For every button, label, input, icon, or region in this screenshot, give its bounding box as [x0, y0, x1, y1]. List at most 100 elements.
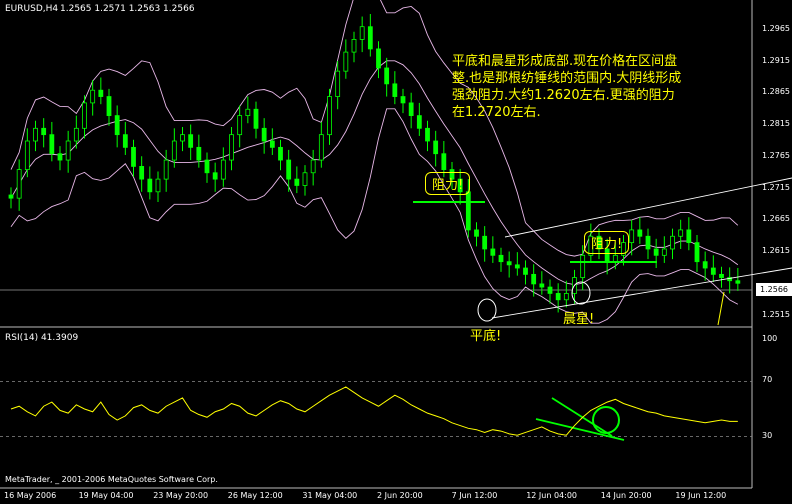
upper-channel-line [504, 177, 792, 238]
price-tick: 1.2815 [762, 119, 790, 129]
candle-body [90, 89, 96, 104]
time-tick: 7 Jun 12:00 [451, 491, 498, 500]
time-tick: 14 Jun 20:00 [600, 491, 652, 500]
candle-body [506, 261, 512, 266]
price-tick: 1.2515 [762, 309, 790, 319]
candle-body [490, 248, 496, 256]
price-tick: 1.2965 [762, 23, 790, 33]
candle-body [580, 254, 586, 278]
candle-body [114, 115, 120, 136]
candle-body [155, 178, 161, 193]
candle-body [425, 127, 430, 142]
lower-channel-line [491, 267, 792, 319]
time-tick: 19 May 04:00 [78, 491, 134, 500]
candle-body [441, 153, 447, 170]
flat-bottom-circle [477, 298, 497, 322]
candle-body [653, 248, 659, 256]
rsi-trend-line-1 [535, 418, 625, 441]
candle-body [335, 70, 341, 97]
candle-body [327, 96, 332, 136]
candle-body [670, 235, 675, 250]
candle-body [310, 159, 316, 174]
candle-body [400, 96, 406, 104]
candle-body [106, 96, 112, 117]
candle-body [98, 89, 104, 97]
candle-body [465, 191, 471, 231]
candle-body [686, 229, 692, 244]
candle-body [408, 102, 414, 117]
candle-body [694, 242, 700, 263]
time-tick: 23 May 20:00 [153, 491, 209, 500]
candle-body [498, 254, 504, 263]
time-tick: 19 Jun 12:00 [675, 491, 727, 500]
ohlc-readout: 1.2565 1.2571 1.2563 1.2566 [60, 4, 195, 14]
candle-body [286, 159, 292, 180]
time-tick: 12 Jun 04:00 [526, 491, 578, 500]
candle-body [474, 229, 479, 237]
candle-body [269, 140, 275, 148]
candle-body [139, 166, 145, 180]
candle-body [555, 293, 561, 301]
candle-body [351, 39, 357, 53]
candle-body [8, 194, 14, 199]
time-tick: 31 May 04:00 [302, 491, 358, 500]
candle-body [245, 108, 251, 117]
candle-body [612, 254, 618, 263]
rsi-title: RSI(14) 41.3909 [5, 333, 79, 343]
candle-body [229, 134, 234, 161]
candle-body [482, 235, 488, 250]
candle-body [204, 159, 210, 174]
candle-body [661, 248, 667, 256]
candle-body [278, 146, 283, 161]
marker-line [717, 291, 725, 326]
candle-body [24, 140, 30, 170]
candle-body [188, 134, 194, 148]
candle-body [645, 235, 651, 250]
candle-body [539, 283, 545, 288]
candle-body [65, 140, 71, 161]
candle-body [302, 172, 308, 186]
candle-body [16, 169, 22, 199]
candle-body [384, 67, 390, 85]
chart-title: EURUSD,H4 [5, 4, 59, 14]
candle-body [433, 140, 439, 155]
candle-body [531, 273, 537, 285]
price-tick: 1.2715 [762, 182, 790, 192]
rsi-line [10, 386, 738, 436]
candle-body [220, 159, 226, 180]
time-tick: 16 May 2006 [4, 491, 57, 500]
price-tick: 1.2915 [762, 55, 790, 65]
candle-body [171, 140, 177, 161]
candle-body [563, 293, 569, 301]
candle-body [392, 83, 398, 97]
resistance-label-2: 阻力! [584, 231, 630, 254]
candle-body [261, 127, 267, 142]
annotation-text: 平底和晨星形成底部.现在价格在区间盘整.也是那根纺锤线的范围内.大阴线形成强劲阻… [452, 54, 682, 120]
candle-body [57, 153, 63, 161]
candle-body [343, 51, 349, 72]
rsi-circle [592, 406, 620, 434]
candle-body [367, 26, 373, 50]
time-tick: 26 May 12:00 [227, 491, 283, 500]
candle-body [41, 127, 47, 136]
candle-body [359, 26, 365, 40]
candle-body [318, 134, 324, 161]
price-tick: 1.2865 [762, 87, 790, 97]
candle-body [212, 172, 218, 180]
copyright-text: MetaTrader, _ 2001-2006 MetaQuotes Softw… [5, 475, 218, 484]
candle-body [514, 264, 520, 269]
bollinger-lower [10, 108, 739, 324]
candle-body [147, 178, 153, 193]
flat-bottom-label: 平底! [470, 329, 502, 344]
candle-body [163, 159, 169, 180]
candle-body [294, 178, 300, 186]
candle-body [637, 229, 643, 237]
price-tick: 1.2765 [762, 150, 790, 160]
candle-body [131, 146, 136, 167]
candle-body [719, 273, 724, 278]
candle-body [710, 267, 716, 275]
price-tick: 1.2615 [762, 246, 790, 256]
candle-body [82, 102, 87, 129]
resistance-label-1: 阻力! [425, 172, 471, 195]
candle-body [702, 261, 708, 269]
